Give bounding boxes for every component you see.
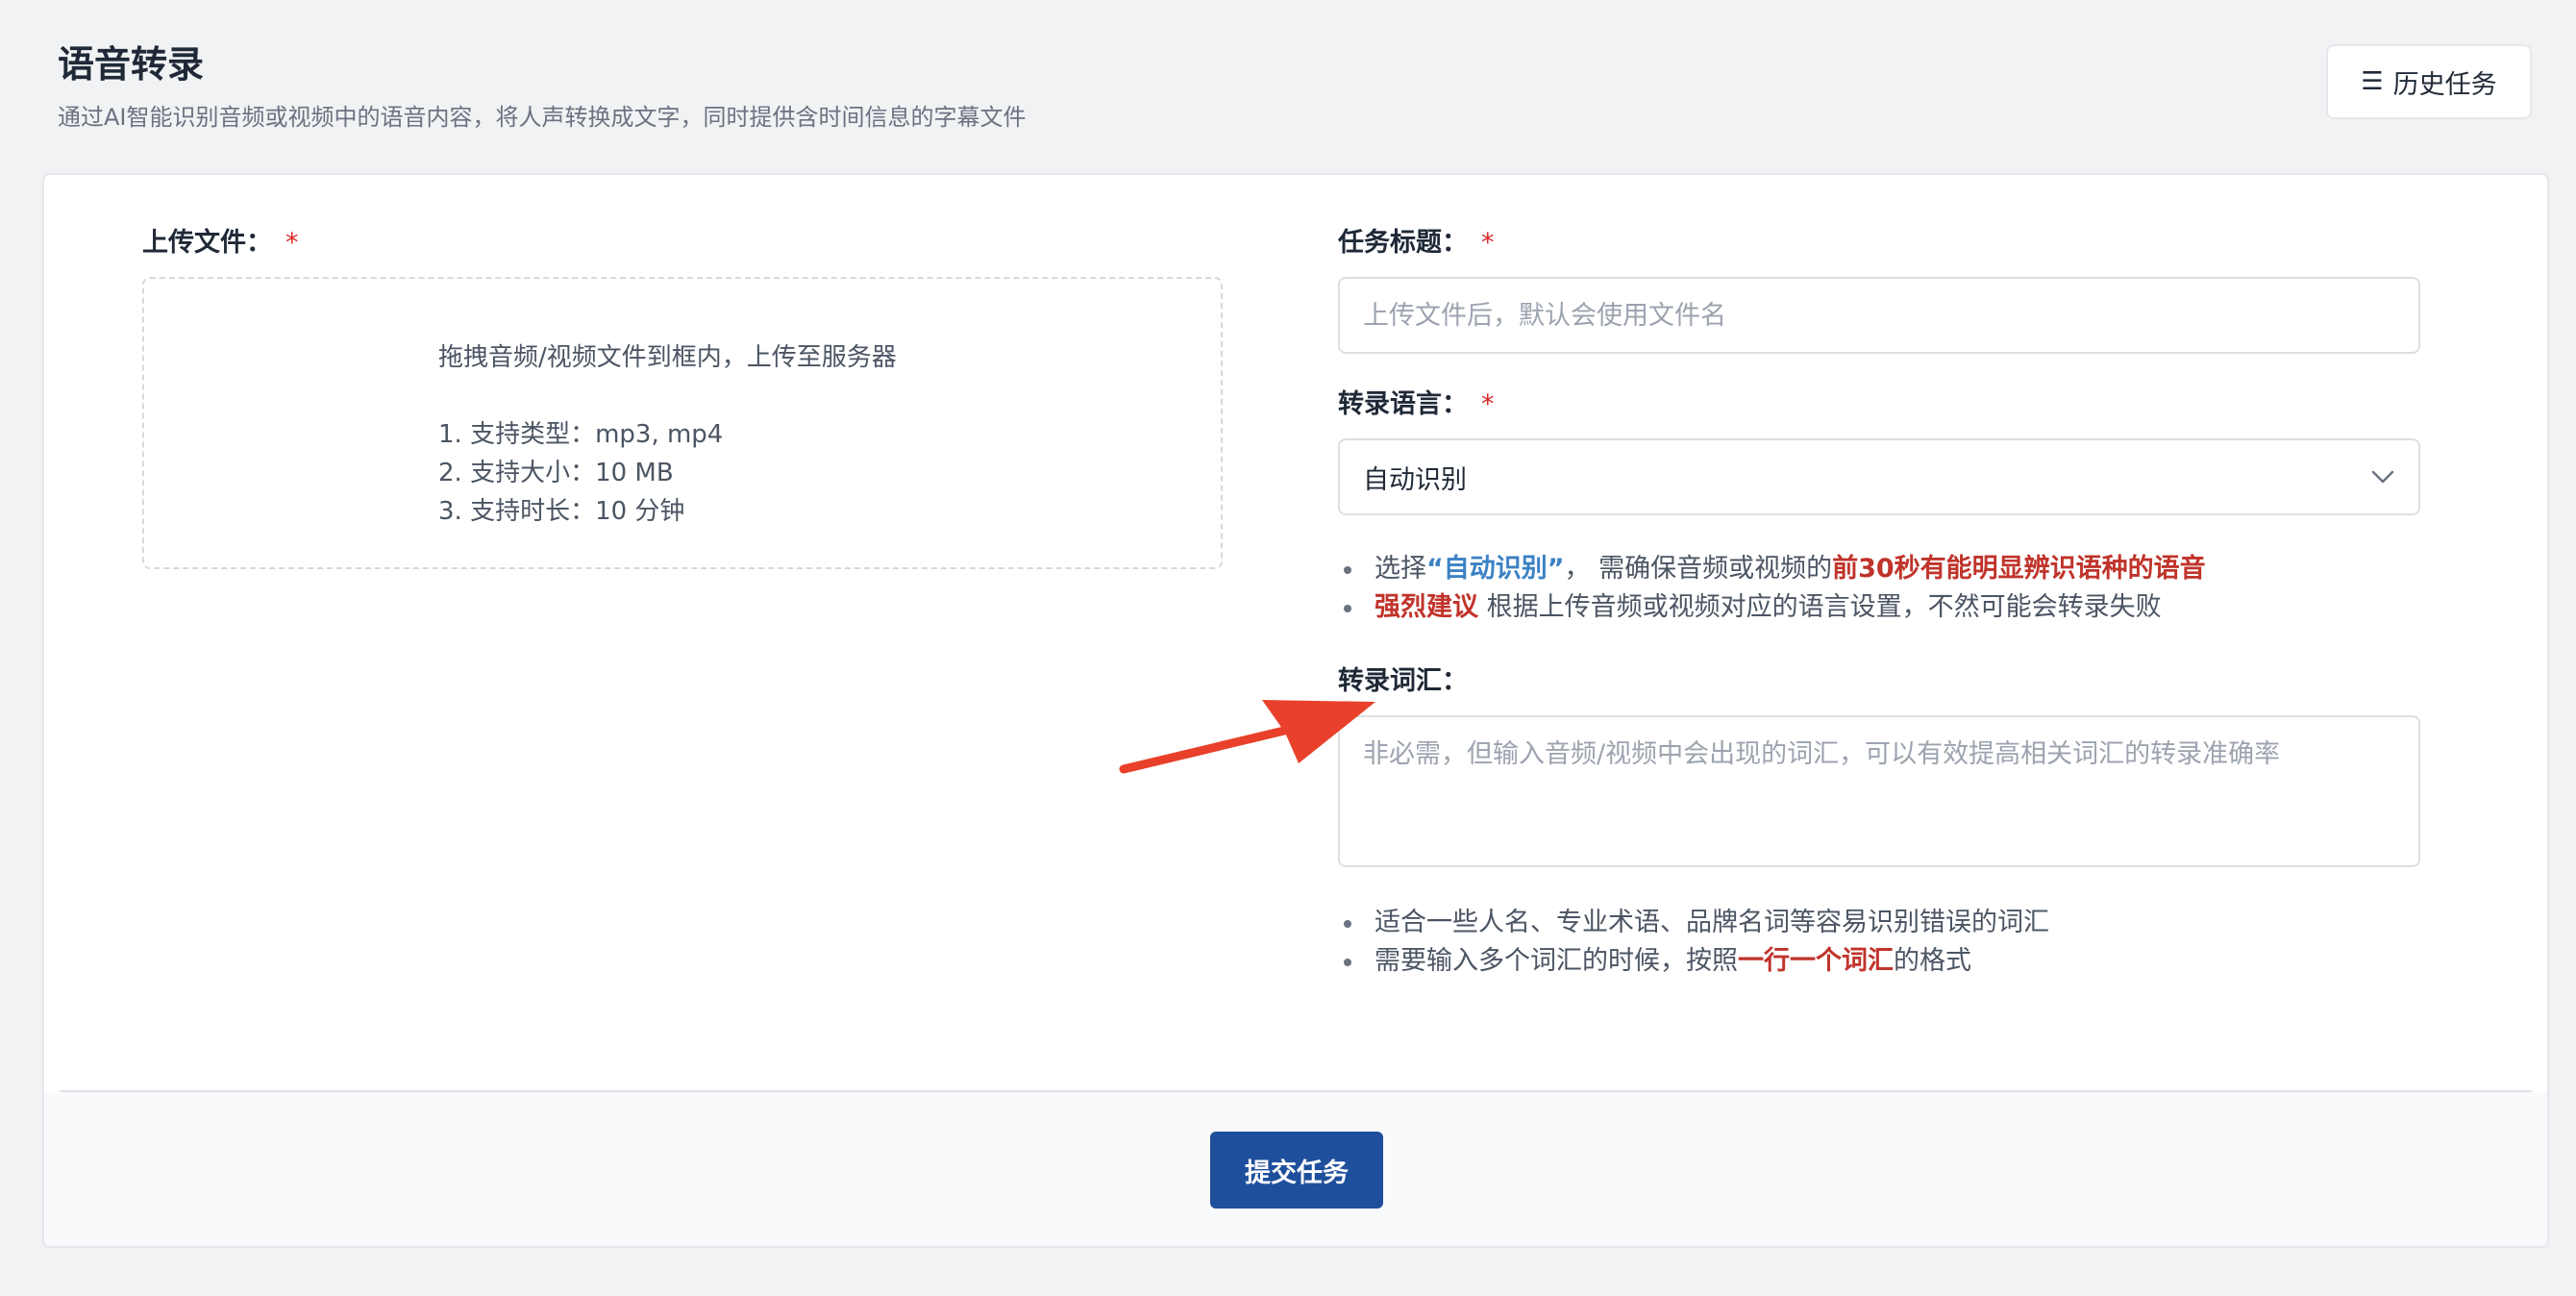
upload-label: 上传文件： *	[142, 221, 299, 259]
hint-text: 的格式	[1894, 946, 1971, 976]
hint-text: 需要输入多个词汇的时候，按照	[1375, 946, 1738, 976]
vocabulary-hint-format: 需要输入多个词汇的时候，按照一行一个词汇的格式	[1338, 942, 2049, 981]
page: 语音转录 通过AI智能识别音频或视频中的语音内容，将人声转换成文字，同时提供含时…	[0, 0, 2576, 1296]
vocabulary-hint-usage: 适合一些人名、专业术语、品牌名词等容易识别错误的词汇	[1338, 904, 2049, 942]
hint-text: 选择	[1375, 554, 1426, 584]
hamburger-icon: ☰	[2361, 67, 2384, 96]
vocabulary-label: 转录词汇：	[1338, 666, 1468, 696]
task-title-label-text: 任务标题：	[1338, 228, 1468, 258]
upload-rule-size: 2. 支持大小：10 MB	[438, 459, 674, 487]
required-mark: *	[1481, 389, 1495, 419]
page-subtitle: 通过AI智能识别音频或视频中的语音内容，将人声转换成文字，同时提供含时间信息的字…	[58, 104, 1027, 131]
vocabulary-hints: 适合一些人名、专业术语、品牌名词等容易识别错误的词汇 需要输入多个词汇的时候，按…	[1338, 904, 2049, 981]
task-title-label: 任务标题： *	[1338, 221, 1495, 259]
form-card: 上传文件： * 拖拽音频/视频文件到框内，上传至服务器 1. 支持类型：mp3, …	[42, 173, 2549, 1248]
language-select[interactable]: 自动识别	[1338, 438, 2420, 515]
submit-task-button[interactable]: 提交任务	[1210, 1132, 1383, 1209]
upload-instructions: 拖拽音频/视频文件到框内，上传至服务器 1. 支持类型：mp3, mp4 2. …	[438, 338, 897, 531]
upload-rule-type: 1. 支持类型：mp3, mp4	[438, 420, 724, 449]
language-hint-auto: 选择“自动识别”， 需确保音频或视频的前30秒有能明显辨识语种的语音	[1338, 550, 2206, 588]
hint-emphasis: 强烈建议	[1375, 592, 1478, 622]
hint-highlight: “自动识别”	[1426, 554, 1565, 584]
hint-emphasis: 前30秒有能明显辨识语种的语音	[1832, 554, 2206, 584]
history-tasks-button[interactable]: ☰ 历史任务	[2326, 44, 2532, 119]
upload-drop-text: 拖拽音频/视频文件到框内，上传至服务器	[438, 343, 897, 372]
upload-dropzone[interactable]: 拖拽音频/视频文件到框内，上传至服务器 1. 支持类型：mp3, mp4 2. …	[142, 277, 1223, 569]
chevron-down-icon	[2371, 470, 2394, 484]
upload-rule-duration: 3. 支持时长：10 分钟	[438, 497, 685, 526]
language-label-text: 转录语言：	[1338, 389, 1468, 419]
language-hints: 选择“自动识别”， 需确保音频或视频的前30秒有能明显辨识语种的语音 强烈建议 …	[1338, 550, 2206, 627]
page-title: 语音转录	[58, 43, 205, 86]
language-label: 转录语言： *	[1338, 383, 1495, 420]
language-hint-recommend: 强烈建议 根据上传音频或视频对应的语言设置，不然可能会转录失败	[1338, 588, 2206, 627]
upload-label-text: 上传文件：	[142, 228, 272, 258]
upload-rules: 1. 支持类型：mp3, mp4 2. 支持大小：10 MB 3. 支持时长：1…	[438, 415, 897, 531]
footer-divider	[60, 1090, 2532, 1092]
hint-emphasis: 一行一个词汇	[1738, 946, 1894, 976]
required-mark: *	[285, 228, 299, 258]
required-mark: *	[1481, 228, 1495, 258]
language-selected-value: 自动识别	[1363, 464, 1467, 495]
history-tasks-label: 历史任务	[2392, 69, 2497, 100]
hint-text: 根据上传音频或视频对应的语言设置，不然可能会转录失败	[1478, 592, 2162, 622]
vocabulary-textarea[interactable]	[1338, 715, 2420, 867]
arrow-annotation	[1119, 700, 1375, 774]
task-title-input[interactable]	[1338, 277, 2420, 354]
hint-text: ， 需确保音频或视频的	[1564, 554, 1833, 584]
